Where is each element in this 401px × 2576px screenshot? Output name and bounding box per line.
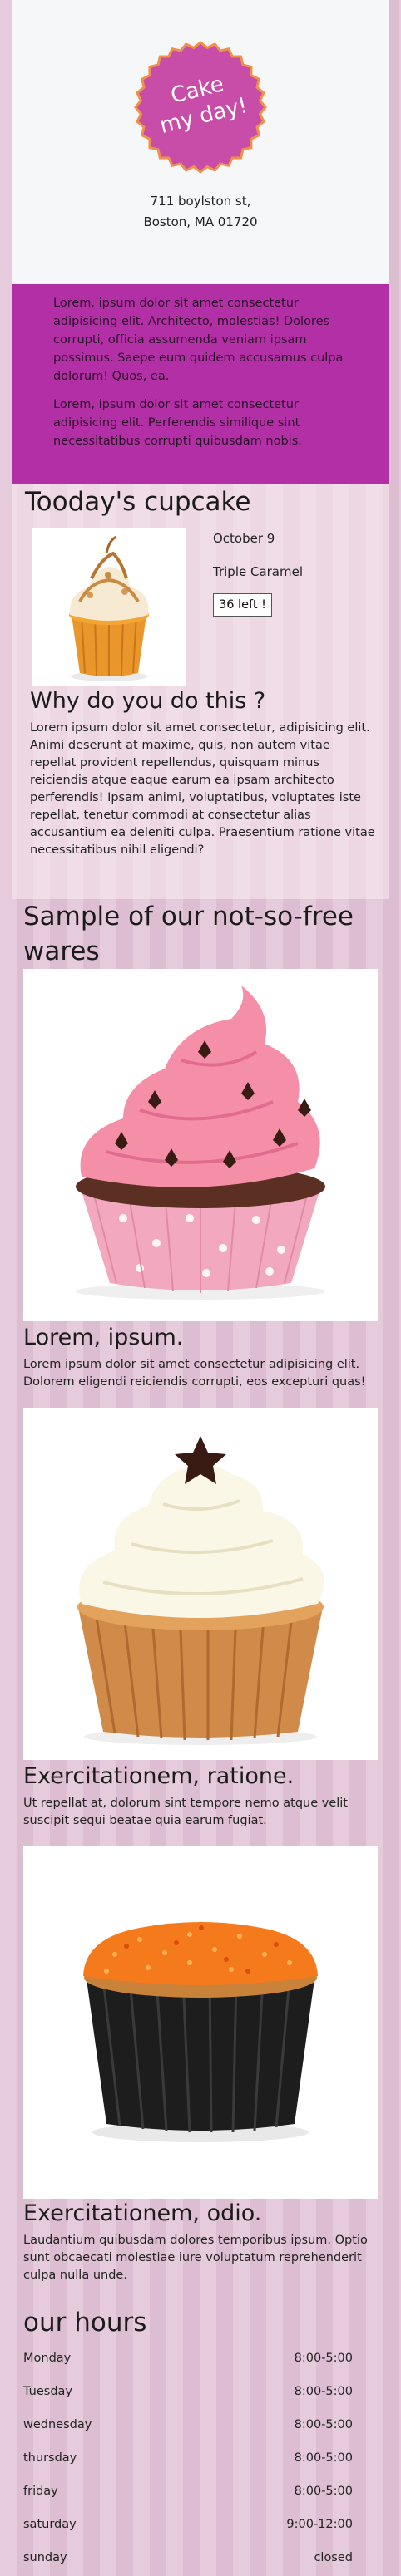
- hours-row: sunday closed: [23, 2548, 353, 2568]
- meringue-cupcake-image: [32, 528, 186, 686]
- hours-row: saturday 9:00-12:00: [23, 2515, 353, 2534]
- vanilla-frosting-cupcake-image: [23, 1408, 378, 1760]
- hours-time: 8:00-5:00: [294, 2385, 353, 2398]
- hours-title: our hours: [23, 2308, 147, 2338]
- page: Cake my day! 711 boylston st, Boston, MA…: [0, 0, 401, 2576]
- todays-cupcake-section: Tooday's cupcake October 9 Triple Carame…: [12, 484, 389, 899]
- hours-row: thursday 8:00-5:00: [23, 2448, 353, 2468]
- hours-day: friday: [23, 2485, 58, 2498]
- hours-row: friday 8:00-5:00: [23, 2481, 353, 2501]
- hours-day: sunday: [23, 2551, 67, 2564]
- hours-day: saturday: [23, 2518, 77, 2531]
- sample-title-2: Exercitationem, ratione.: [23, 1763, 295, 1789]
- hours-row: wednesday 8:00-5:00: [23, 2415, 353, 2435]
- address-line2: Boston, MA 01720: [143, 214, 258, 229]
- todays-date: October 9: [213, 531, 275, 546]
- samples-title: Sample of our not-so-free wares: [23, 902, 354, 966]
- hours-time: 8:00-5:00: [294, 2352, 353, 2365]
- todays-flavor: Triple Caramel: [213, 564, 304, 579]
- sample-text-3: Laudantium quibusdam dolores temporibus …: [23, 2234, 368, 2282]
- todays-cupcake-title: Tooday's cupcake: [25, 487, 251, 517]
- why-text: Lorem ipsum dolor sit amet consectetur, …: [30, 721, 375, 857]
- cake-my-day-logo[interactable]: Cake my day!: [133, 40, 268, 175]
- intro-paragraph-2: Lorem, ipsum dolor sit amet consectetur …: [53, 398, 302, 448]
- hours-row: Monday 8:00-5:00: [23, 2348, 353, 2368]
- sample-text-2: Ut repellat at, dolorum sint tempore nem…: [23, 1797, 348, 1827]
- hours-time: 8:00-5:00: [294, 2451, 353, 2465]
- address-line1: 711 boylston st,: [150, 194, 251, 209]
- site-header: Cake my day! 711 boylston st, Boston, MA…: [12, 0, 389, 284]
- hours-day: Monday: [23, 2352, 72, 2365]
- hours-day: wednesday: [23, 2418, 92, 2431]
- hours-day: thursday: [23, 2451, 77, 2465]
- hours-time: 8:00-5:00: [294, 2485, 353, 2498]
- hours-row: Tuesday 8:00-5:00: [23, 2382, 353, 2401]
- hours-time: 8:00-5:00: [294, 2418, 353, 2431]
- sample-title-1: Lorem, ipsum.: [23, 1325, 184, 1350]
- cupcakes-left-button[interactable]: 36 left !: [213, 593, 272, 617]
- intro-section: Lorem, ipsum dolor sit amet consectetur …: [12, 284, 389, 484]
- intro-paragraph-1: Lorem, ipsum dolor sit amet consectetur …: [53, 297, 344, 383]
- orange-sprinkle-cupcake-image: [23, 1846, 378, 2199]
- address: 711 boylston st, Boston, MA 01720: [12, 191, 389, 233]
- pink-frosting-cupcake-image: [23, 969, 378, 1321]
- sample-text-1: Lorem ipsum dolor sit amet consectetur a…: [23, 1358, 366, 1389]
- hours-time: 9:00-12:00: [286, 2518, 353, 2531]
- hours-time: closed: [314, 2551, 353, 2564]
- why-title: Why do you do this ?: [30, 688, 266, 714]
- hours-day: Tuesday: [23, 2385, 72, 2398]
- sample-title-3: Exercitationem, odio.: [23, 2200, 262, 2226]
